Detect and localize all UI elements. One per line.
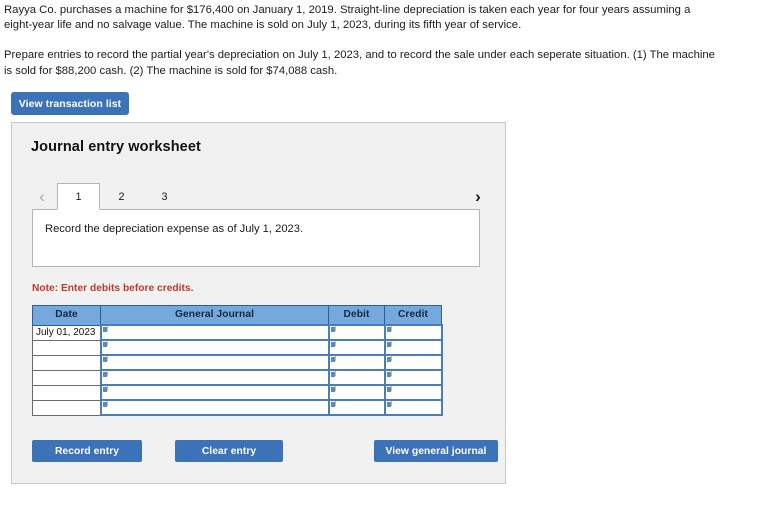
debit-cell[interactable] [327, 339, 386, 356]
text-caret-icon [102, 326, 108, 332]
journal-entry-table: Date General Journal Debit Credit July 0… [32, 305, 443, 416]
column-header-date: Date [32, 305, 101, 326]
problem-paragraph-2: Prepare entries to record the partial ye… [4, 49, 715, 77]
credit-cell[interactable] [383, 339, 443, 356]
record-entry-button[interactable]: Record entry [32, 440, 142, 462]
text-caret-icon [386, 341, 392, 347]
text-caret-icon [102, 356, 108, 362]
text-caret-icon [330, 326, 336, 332]
text-caret-icon [386, 386, 392, 392]
journal-entry-panel: Journal entry worksheet ‹ 1 2 3 › Record… [11, 122, 506, 484]
view-general-journal-button[interactable]: View general journal [374, 440, 498, 462]
credit-cell[interactable] [383, 354, 443, 371]
tab-3[interactable]: 3 [143, 184, 186, 210]
problem-statement: Rayya Co. purchases a machine for $176,4… [4, 3, 719, 79]
text-caret-icon [102, 386, 108, 392]
instruction-text: Record the depreciation expense as of Ju… [45, 223, 304, 235]
panel-title: Journal entry worksheet [31, 139, 201, 155]
table-row [32, 384, 443, 401]
general-journal-cell[interactable] [99, 324, 330, 341]
view-transaction-list-button[interactable]: View transaction list [11, 92, 129, 115]
table-row: July 01, 2023 [32, 324, 443, 341]
debit-cell[interactable] [327, 399, 386, 416]
date-cell[interactable]: July 01, 2023 [32, 324, 101, 341]
debit-cell[interactable] [327, 384, 386, 401]
debit-cell[interactable] [327, 354, 386, 371]
general-journal-cell[interactable] [99, 399, 330, 416]
text-caret-icon [330, 356, 336, 362]
credit-cell[interactable] [383, 399, 443, 416]
date-cell[interactable] [32, 384, 101, 401]
general-journal-cell[interactable] [99, 339, 330, 356]
credit-cell[interactable] [383, 369, 443, 386]
worksheet-action-buttons: Record entry Clear entry View general jo… [12, 440, 505, 462]
column-header-credit: Credit [384, 305, 442, 326]
tab-2[interactable]: 2 [100, 184, 143, 210]
text-caret-icon [330, 341, 336, 347]
column-header-debit: Debit [328, 305, 385, 326]
date-cell[interactable] [32, 369, 101, 386]
credit-cell[interactable] [383, 384, 443, 401]
general-journal-cell[interactable] [99, 354, 330, 371]
text-caret-icon [330, 371, 336, 377]
text-caret-icon [386, 326, 392, 332]
table-row [32, 354, 443, 371]
chevron-right-icon[interactable]: › [467, 183, 489, 210]
date-cell[interactable] [32, 354, 101, 371]
table-row [32, 369, 443, 386]
worksheet-tabs: 1 2 3 [57, 183, 186, 210]
worksheet-tabstrip: ‹ 1 2 3 › [12, 183, 505, 210]
debits-before-credits-note: Note: Enter debits before credits. [32, 283, 194, 294]
instruction-box: Record the depreciation expense as of Ju… [32, 209, 480, 267]
general-journal-cell[interactable] [99, 369, 330, 386]
text-caret-icon [102, 401, 108, 407]
table-header-row: Date General Journal Debit Credit [32, 305, 442, 326]
text-caret-icon [330, 386, 336, 392]
debit-cell[interactable] [327, 324, 386, 341]
table-row [32, 339, 443, 356]
table-row [32, 399, 443, 416]
text-caret-icon [330, 401, 336, 407]
text-caret-icon [102, 371, 108, 377]
text-caret-icon [386, 401, 392, 407]
general-journal-cell[interactable] [99, 384, 330, 401]
debit-cell[interactable] [327, 369, 386, 386]
credit-cell[interactable] [383, 324, 443, 341]
text-caret-icon [102, 341, 108, 347]
clear-entry-button[interactable]: Clear entry [175, 440, 283, 462]
chevron-left-icon[interactable]: ‹ [31, 183, 53, 210]
text-caret-icon [386, 356, 392, 362]
column-header-general-journal: General Journal [100, 305, 329, 326]
date-cell[interactable] [32, 399, 101, 416]
text-caret-icon [386, 371, 392, 377]
problem-paragraph-1: Rayya Co. purchases a machine for $176,4… [4, 4, 691, 32]
tab-1[interactable]: 1 [57, 183, 100, 210]
date-cell[interactable] [32, 339, 101, 356]
